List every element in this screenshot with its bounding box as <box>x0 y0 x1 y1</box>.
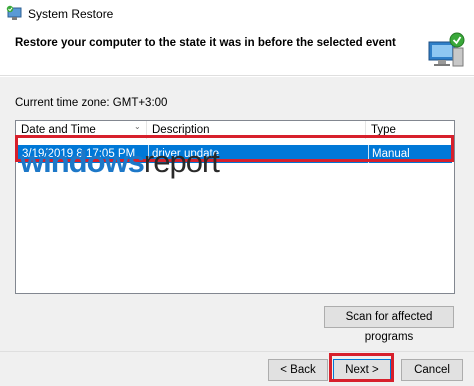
wizard-header: Restore your computer to the state it wa… <box>0 28 474 76</box>
computer-restore-icon <box>428 32 465 67</box>
header-text: Restore your computer to the state it wa… <box>15 37 396 49</box>
wizard-footer: < Back Next > Cancel <box>0 351 474 386</box>
wizard-body: Current time zone: GMT+3:00 Date and Tim… <box>0 77 474 351</box>
timezone-label: Current time zone: GMT+3:00 <box>15 97 168 109</box>
sort-arrow-icon: ⌄ <box>134 122 141 131</box>
scan-affected-programs-button[interactable]: Scan for affected programs <box>324 306 454 343</box>
watermark-part2: report <box>143 144 220 179</box>
back-button[interactable]: < Back <box>268 359 328 381</box>
system-restore-icon <box>6 5 22 20</box>
watermark-part1: windows <box>20 144 145 179</box>
watermark-logo: windowsreport <box>20 144 220 184</box>
title-bar: System Restore <box>0 0 474 28</box>
window-title: System Restore <box>28 7 114 21</box>
cancel-button[interactable]: Cancel <box>401 359 463 381</box>
next-highlight-box <box>329 353 394 382</box>
